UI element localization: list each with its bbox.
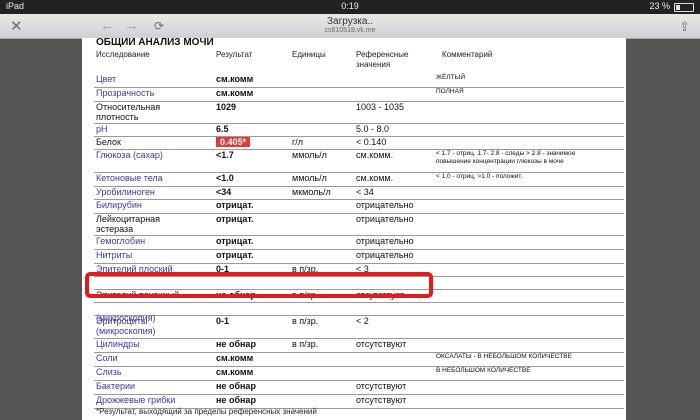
result-value: отрицат. — [216, 236, 254, 246]
table-row: Эритроциты (микроскопия) 0-1 в п/зр. < 2 — [94, 316, 624, 339]
reference-value: < 2 — [356, 316, 369, 326]
units-value: мкмоль/л — [292, 187, 331, 197]
test-name[interactable]: Кетоновые тела — [96, 173, 214, 183]
status-bar: iPad 0:19 23 % — [0, 0, 700, 14]
test-name[interactable]: Цвет — [96, 74, 214, 84]
table-row: Кетоновые тела <1.0 ммоль/л см.комм. < 1,0 -… — [94, 173, 624, 187]
result-value: см.комм — [216, 353, 254, 363]
reference-value: < 34 — [356, 187, 374, 197]
header-name: Исследование — [96, 50, 150, 59]
table-row: Цилиндры не обнар в п/зр. отсутствуют — [94, 339, 624, 353]
table-row: (микроскопия) — [94, 303, 624, 323]
table-row: Бактерии не обнар отсутствуют — [94, 381, 624, 395]
test-name[interactable]: Гемоглобин — [96, 236, 214, 246]
table-row: Нитриты отрицат. отрицательно — [94, 250, 624, 264]
test-name[interactable]: Билирубин — [96, 200, 214, 210]
table-row: Лейкоцитарная эстераза отрицат. отрицатель… — [94, 214, 624, 236]
document-title: ОБЩИЙ АНАЛИЗ МОЧИ — [96, 38, 214, 48]
test-name: Белок — [96, 137, 121, 147]
reference-value: 1003 - 1035 — [356, 102, 405, 112]
battery-percent: 23 % — [649, 1, 670, 11]
result-value: не обнар — [216, 395, 256, 405]
reference-value: см.комм. — [356, 150, 394, 160]
reference-value: отрицательно — [356, 236, 414, 246]
share-icon[interactable]: ⇪ — [679, 19, 690, 35]
result-value: <34 — [216, 187, 232, 197]
comment-value: < 1.7 - отриц. 1.7- 2.8 - следы > 2.8 - … — [436, 150, 576, 165]
result-value: <1.0 — [216, 173, 234, 183]
reference-value: отрицательно — [356, 214, 414, 224]
comment-value: ОКСАЛАТЫ - В НЕБОЛЬШОМ КОЛИЧЕСТВЕ — [436, 353, 572, 360]
units-value: в п/зр. — [292, 316, 319, 326]
reference-value: отсутствуют — [356, 395, 407, 405]
test-name[interactable]: pH — [96, 124, 214, 134]
result-value: см.комм — [216, 367, 254, 377]
header-ref: Референсные значения — [356, 50, 409, 69]
units-value: г/л — [292, 137, 304, 147]
test-name[interactable]: Слизь — [96, 367, 214, 377]
reference-value: < 0.140 — [356, 137, 387, 147]
reference-value: отрицательно — [356, 250, 414, 260]
result-value: не обнар — [216, 339, 256, 349]
result-value: отрицат. — [216, 200, 254, 210]
units-value: в п/зр. — [292, 339, 319, 349]
test-name[interactable]: Цилиндры — [96, 339, 214, 349]
table-row: pH 6.5 5.0 - 8.0 — [94, 124, 624, 137]
test-name[interactable]: Нитриты — [96, 250, 214, 260]
header-result: Результат — [216, 50, 253, 59]
result-value: отрицат. — [216, 250, 254, 260]
table-row: Гемоглобин отрицат. отрицательно — [94, 236, 624, 250]
header-units: Единицы — [292, 50, 326, 59]
test-name[interactable]: Эритроциты (микроскопия) — [96, 316, 214, 336]
table-row: Белок 0.405* г/л < 0.140 — [94, 137, 624, 150]
table-row: Слизь см.комм В НЕБОЛЬШОМ КОЛИЧЕСТВЕ — [94, 367, 624, 381]
table-row: Билирубин отрицат. отрицательно — [94, 200, 624, 214]
reference-value: отсутствуют — [356, 339, 407, 349]
reference-value: 5.0 - 8.0 — [356, 124, 390, 134]
result-value: 0-1 — [216, 316, 230, 326]
test-name: Лейкоцитарная эстераза — [96, 214, 161, 234]
test-name[interactable]: Соли — [96, 353, 214, 363]
document-page: ОБЩИЙ АНАЛИЗ МОЧИ Исследование Результат… — [82, 38, 626, 420]
clock: 0:19 — [341, 1, 359, 11]
units-value: ммоль/л — [292, 173, 327, 183]
comment-value: ЖЁЛТЫЙ — [436, 74, 466, 81]
result-value: 1029 — [216, 102, 237, 112]
table-row: Цвет см.комм ЖЁЛТЫЙ — [94, 74, 624, 88]
test-name[interactable]: Дрожжевые грибки — [96, 395, 214, 405]
table-row: Соли см.комм ОКСАЛАТЫ - В НЕБОЛЬШОМ КОЛИЧЕ… — [94, 353, 624, 367]
result-value: см.комм — [216, 74, 254, 84]
page-url: cs610518.vk.me — [324, 27, 376, 34]
browser-toolbar: ✕ ← → ⟳ Загрузка.. cs610518.vk.me ⇪ — [0, 14, 700, 39]
battery-level — [676, 5, 680, 10]
test-name[interactable]: Глюкоза (сахар) — [96, 150, 214, 160]
table-row: Уробилиноген <34 мкмоль/л < 34 — [94, 187, 624, 200]
result-value: 0.405* — [216, 137, 251, 147]
test-name[interactable]: Бактерии — [96, 381, 214, 391]
reference-value: отрицательно — [356, 200, 414, 210]
test-name: Относительная плотность — [96, 102, 161, 122]
result-value: не обнар — [216, 381, 256, 391]
highlight-box — [85, 272, 433, 298]
page-title: Загрузка.. — [327, 16, 373, 27]
result-value: <1.7 — [216, 150, 234, 160]
footnote: *Результат, выходящий за пределы референ… — [96, 407, 317, 416]
comment-value: ПОЛНАЯ — [436, 88, 464, 95]
result-value: 6.5 — [216, 124, 229, 134]
flagged-value: 0.405* — [216, 137, 251, 147]
table-row: Относительная плотность 1029 1003 - 1035 — [94, 102, 624, 124]
test-name[interactable]: Уробилиноген — [96, 187, 214, 197]
units-value: ммоль/л — [292, 150, 327, 160]
header-comment: Комментарий — [442, 50, 493, 59]
reference-value: см.комм. — [356, 173, 394, 183]
battery-icon — [674, 3, 694, 12]
table-row: Прозрачность см.комм ПОЛНАЯ — [94, 88, 624, 102]
reference-value: отсутствуют — [356, 381, 407, 391]
test-name[interactable]: Прозрачность — [96, 88, 214, 98]
comment-value: В НЕБОЛЬШОМ КОЛИЧЕСТВЕ — [436, 367, 531, 374]
result-value: отрицат. — [216, 214, 254, 224]
result-value: см.комм — [216, 88, 254, 98]
table-row: Глюкоза (сахар) <1.7 ммоль/л см.комм. < 1.7 … — [94, 150, 624, 173]
comment-value: < 1,0 - отриц. >1.0 - положит. — [436, 173, 523, 180]
